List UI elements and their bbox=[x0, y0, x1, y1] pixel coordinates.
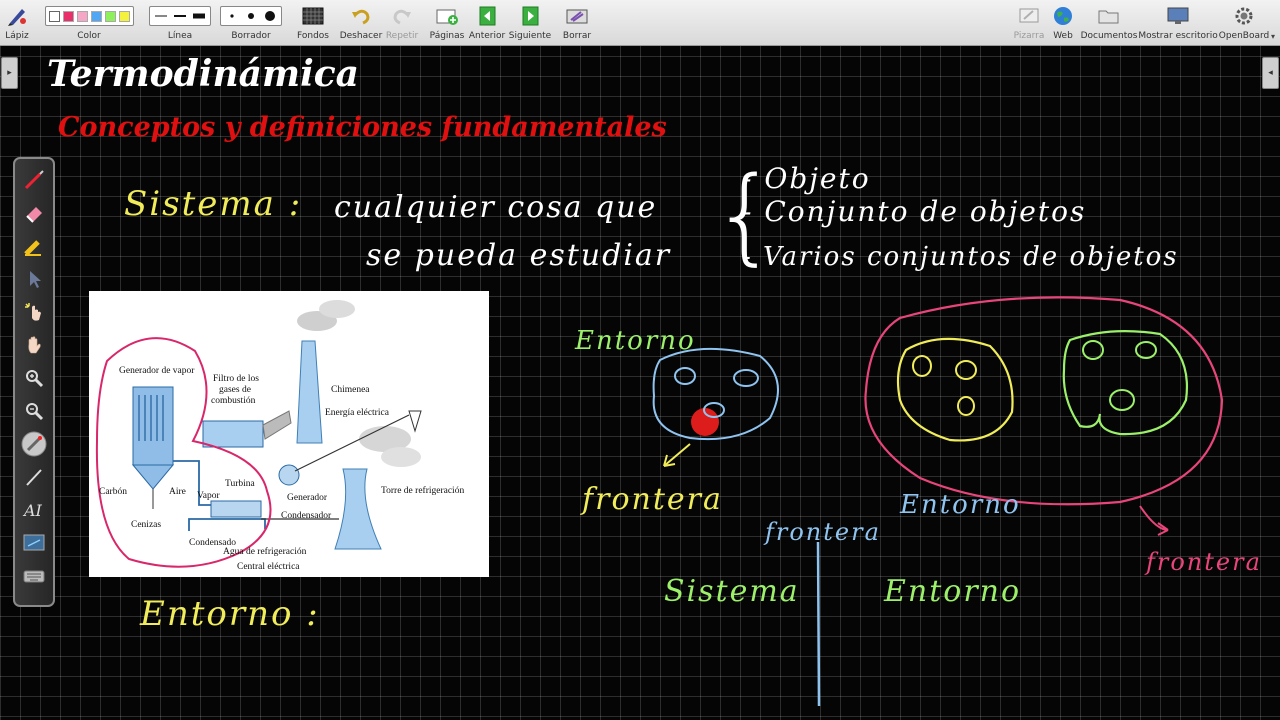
sketch-multi-set-boundary bbox=[864, 296, 1224, 506]
sketch-object-set-green bbox=[1062, 330, 1188, 436]
sketch-object-set-yellow bbox=[896, 337, 1014, 442]
ink-entorno-1: Entorno bbox=[575, 326, 696, 356]
ink-frontera-1: frontera bbox=[582, 482, 723, 517]
sketch-blob bbox=[674, 367, 696, 385]
ink-entorno-3: Entorno bbox=[884, 574, 1022, 609]
ink-sistema-2: Sistema bbox=[664, 574, 800, 609]
sketch-layer bbox=[652, 296, 1224, 707]
ink-frontera-3: frontera bbox=[765, 518, 881, 546]
sketch-arrow bbox=[663, 443, 691, 467]
sketch-boundary-line bbox=[816, 541, 821, 707]
ink-entorno-2: Entorno bbox=[900, 490, 1021, 520]
ink-frontera-2: frontera bbox=[1146, 548, 1262, 576]
sketch-blob bbox=[733, 369, 759, 387]
